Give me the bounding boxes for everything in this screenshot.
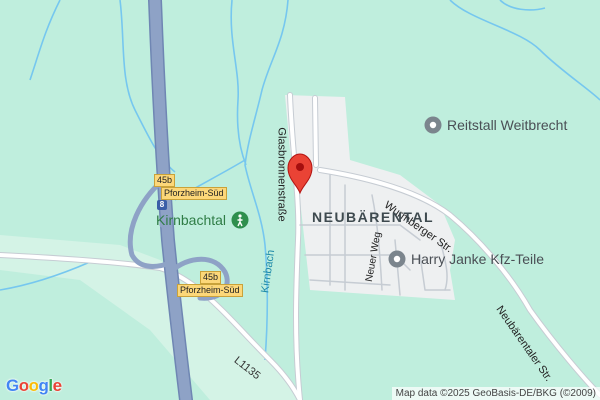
map-attribution[interactable]: Map data ©2025 GeoBasis-DE/BKG (©2009) [391,387,600,400]
place-pin-icon[interactable] [424,116,442,134]
place-label-neubaerental: NEUBÄRENTAL [312,209,435,225]
exit-name-badge: Pforzheim-Süd [161,187,227,200]
poi-label-reitstall[interactable]: Reitstall Weitbrecht [447,118,567,132]
google-logo: Google [6,376,62,395]
exit-number-badge: 45b [154,174,176,187]
poi-label-harry-janke[interactable]: Harry Janke Kfz-Teile [411,252,544,266]
hiking-trail-icon[interactable] [231,211,249,229]
place-pin-icon[interactable] [388,250,406,268]
street-label-glasbronnenstrasse: Glasbronnenstraße [275,127,288,222]
map-base-layer [0,0,600,400]
map-canvas[interactable]: Glasbronnenstraße Wurmberger Str. Neubär… [0,0,600,400]
motorway-shield: 8 [157,200,167,210]
exit-name-badge: Pforzheim-Süd [177,284,243,297]
poi-label-kirnbachtal[interactable]: Kirnbachtal [156,213,226,227]
exit-number-badge: 45b [200,271,222,284]
